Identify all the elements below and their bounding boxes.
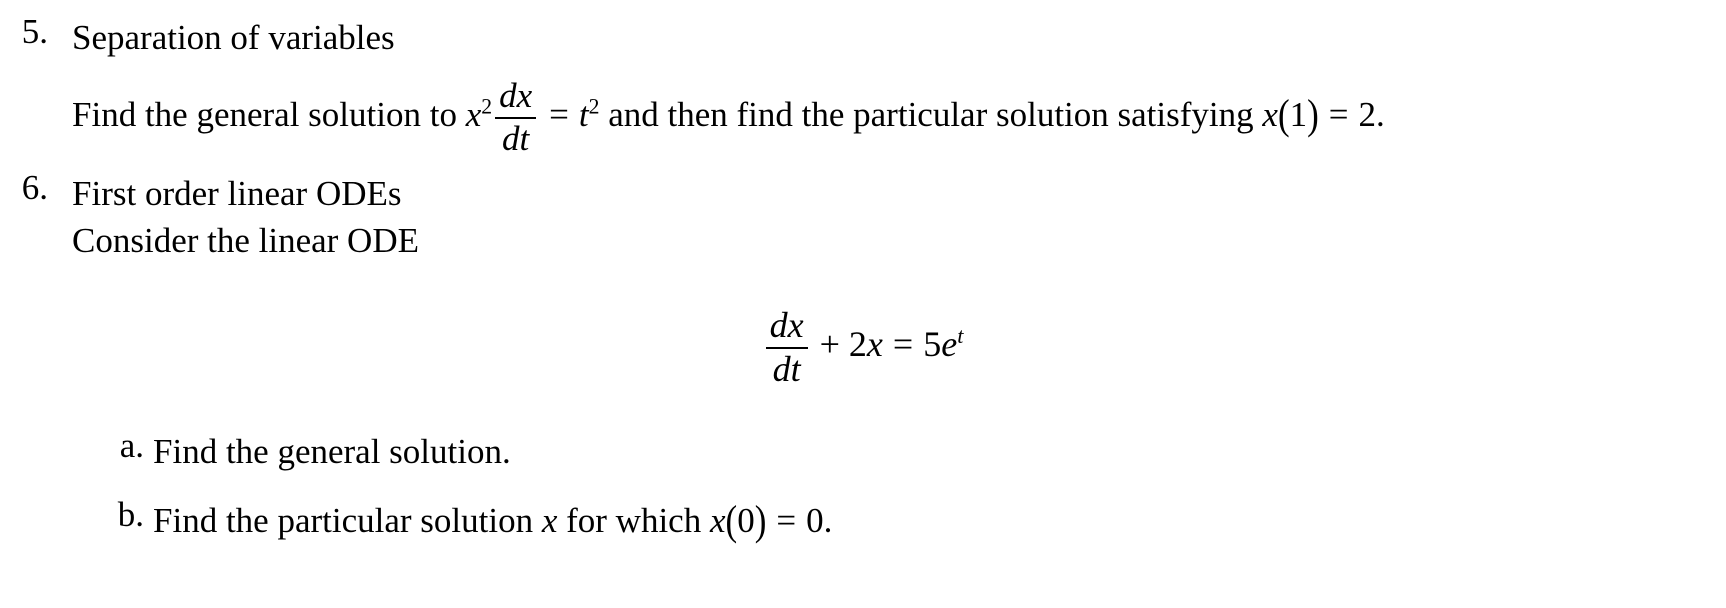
display-equation-ode: dx dt +2x = 5et — [0, 306, 1726, 389]
math-initial-equals: = — [776, 501, 797, 540]
item-5-question-line: Find the general solution to x2 dx dt = t2 a… — [72, 77, 1385, 158]
math-d-numerator: d — [499, 76, 517, 115]
list-marker-6: 6. — [21, 168, 48, 207]
item-5-title: Separation of variables — [72, 18, 395, 57]
sub-list-marker-b: b. — [117, 495, 144, 534]
sub-item-b-text-prefix: Find the particular solution — [153, 501, 542, 540]
list-marker-5: 5. — [21, 12, 48, 51]
math-display-coefficient: 2 — [848, 324, 867, 365]
math-display-plus: + — [819, 324, 840, 365]
math-condition-equals: = — [1328, 94, 1349, 134]
math-display-rhs-exponent-t: t — [957, 323, 964, 349]
math-var-x: x — [465, 94, 482, 134]
math-display-numerator: dx — [766, 305, 808, 346]
math-arg-1: 1 — [1289, 94, 1308, 134]
math-display-rhs-base-e: e — [941, 324, 958, 365]
math-paren-close-initial: ) — [754, 496, 767, 545]
math-display-expression: dx dt +2x = 5et — [763, 306, 964, 388]
math-display-t-denominator: t — [790, 348, 801, 389]
item-5-text-middle: and then find the particular solution sa… — [599, 94, 1263, 134]
math-condition-value: 2 — [1358, 94, 1377, 134]
math-arg-0: 0 — [737, 501, 755, 540]
math-display-equals: = — [892, 324, 914, 365]
item-6-title: First order linear ODEs — [72, 174, 402, 213]
math-inline-condition-6b: x(0) = 0 — [709, 497, 824, 545]
math-paren-open: ( — [1277, 90, 1290, 139]
math-paren-close: ) — [1307, 90, 1319, 139]
list-item-6-body: First order linear ODEs Consider the lin… — [72, 170, 419, 265]
math-display-d-numerator: d — [769, 305, 788, 345]
math-fraction-denominator: dt — [495, 120, 536, 158]
math-d-denominator: d — [502, 118, 520, 158]
sub-list-item-a-body: Find the general solution. — [153, 428, 511, 475]
sub-item-b-text: Find the particular solution x for which… — [153, 497, 833, 545]
math-display-d-denominator: d — [772, 348, 791, 389]
math-exponent-2-rhs: 2 — [588, 94, 600, 119]
math-display-rhs-coefficient: 5 — [923, 324, 942, 365]
math-inline-condition-5: x(1) = 2 — [1262, 90, 1377, 138]
document-page: 5. Separation of variables Find the gene… — [0, 0, 1726, 608]
math-inline-ode-5: x2 dx dt = t2 — [465, 77, 600, 157]
math-exponent-2: 2 — [481, 94, 493, 119]
math-display-variable-x: x — [866, 324, 883, 365]
sub-item-b-text-middle: for which — [557, 501, 710, 540]
item-5-question-text: Find the general solution to x2 dx dt = t2 a… — [72, 77, 1385, 158]
math-x-numerator: x — [516, 76, 533, 115]
math-display-denominator: dt — [766, 350, 808, 389]
math-t-denominator: t — [519, 118, 530, 158]
math-var-t: t — [578, 94, 589, 134]
item-5-text-suffix: . — [1376, 94, 1385, 134]
list-item-5-body: Separation of variables — [72, 14, 395, 61]
math-fraction-dx-dt: dx dt — [495, 76, 537, 158]
math-fraction-numerator: dx — [495, 76, 536, 116]
math-initial-value: 0 — [806, 501, 824, 540]
math-paren-open-initial: ( — [725, 496, 738, 545]
item-6-subtitle: Consider the linear ODE — [72, 221, 419, 261]
sub-list-marker-a: a. — [119, 426, 144, 465]
math-var-x-solution: x — [541, 501, 558, 540]
item-5-text-prefix: Find the general solution to — [72, 94, 466, 134]
sub-list-item-b-body: Find the particular solution x for which… — [153, 497, 833, 545]
math-display-fraction-dx-dt: dx dt — [765, 305, 808, 389]
sub-item-a-text: Find the general solution. — [153, 432, 511, 471]
sub-item-b-text-suffix: . — [823, 501, 833, 540]
math-func-x: x — [1262, 94, 1278, 134]
math-equals-sign: = — [549, 94, 569, 134]
math-func-x-initial: x — [709, 501, 726, 540]
math-display-x-numerator: x — [787, 305, 804, 345]
